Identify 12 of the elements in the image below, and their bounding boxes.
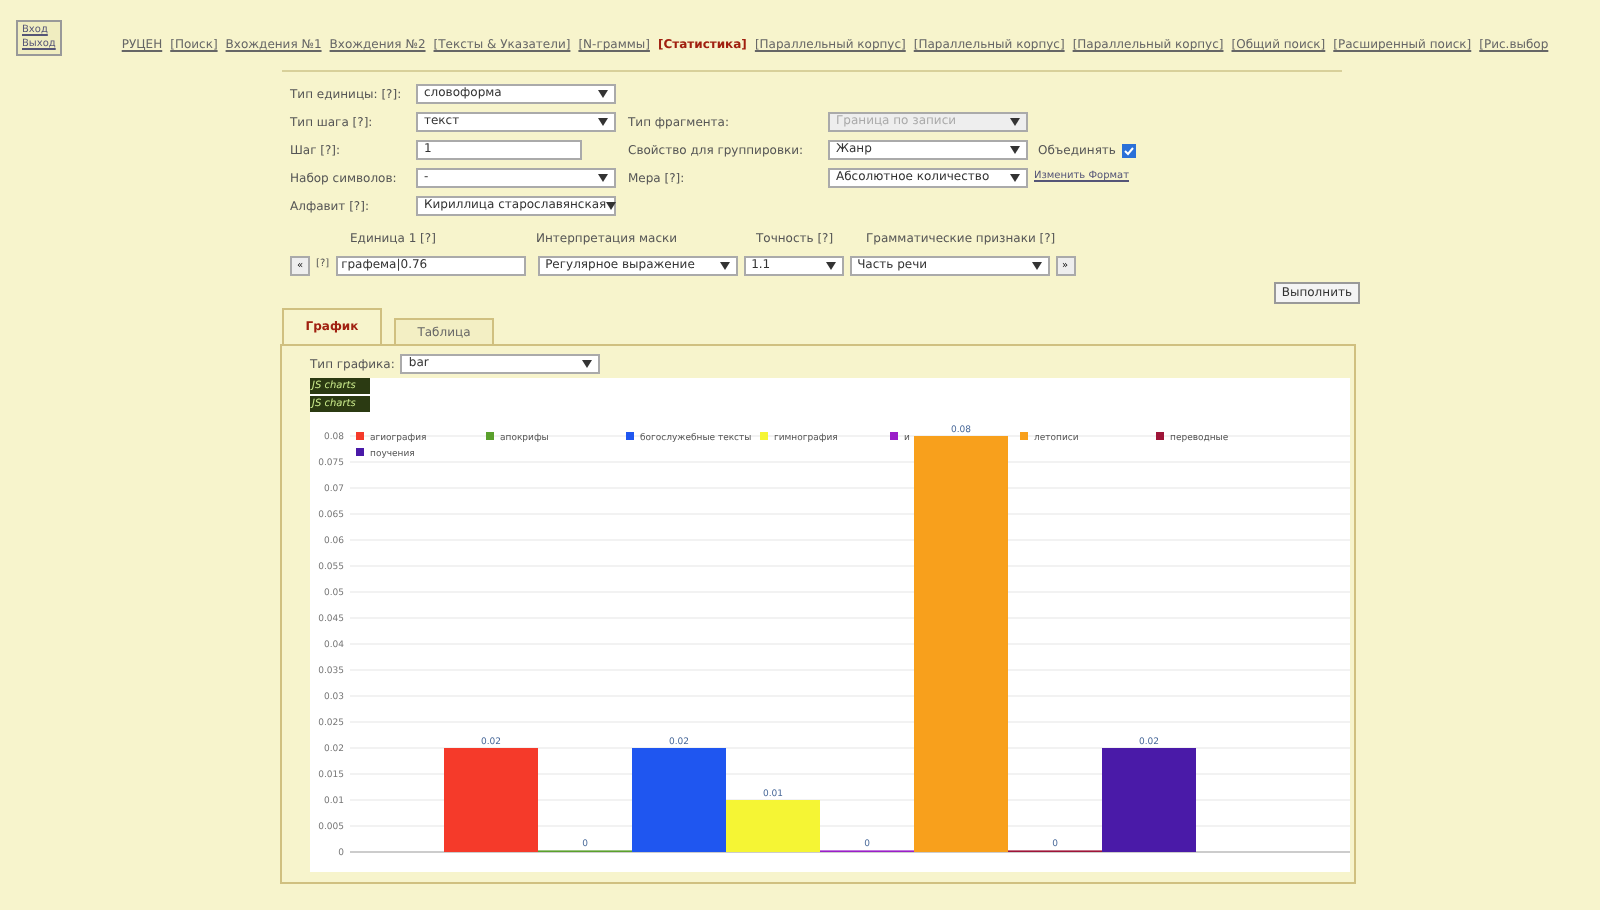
caret-icon xyxy=(1010,174,1020,182)
caret-icon xyxy=(598,118,608,126)
caret-icon xyxy=(582,360,593,368)
caret-icon xyxy=(598,174,608,182)
caret-icon xyxy=(1010,118,1020,126)
caret-icon xyxy=(1010,146,1020,154)
caret-icon xyxy=(1031,262,1042,270)
caret-icon xyxy=(719,262,730,270)
caret-icon xyxy=(606,202,617,210)
caret-icon xyxy=(825,262,836,270)
checkbox[interactable] xyxy=(1121,143,1136,157)
caret-icon xyxy=(598,90,608,98)
